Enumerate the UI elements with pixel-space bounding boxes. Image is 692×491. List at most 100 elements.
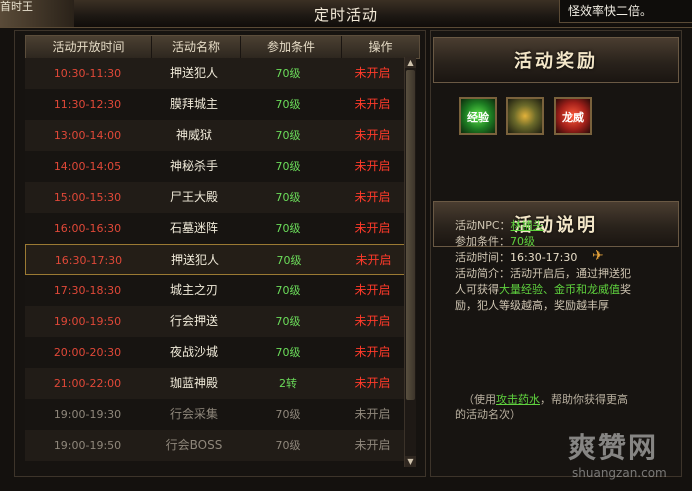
row-time: 10:30-11:30: [53, 67, 122, 80]
npc-locate-icon[interactable]: ✈: [592, 248, 604, 264]
row-level: 70级: [275, 160, 301, 173]
system-message-text: 怪效率快二倍。: [568, 4, 653, 18]
npc-link[interactable]: 林捕头: [511, 219, 544, 232]
row-name: 行会押送: [169, 314, 218, 328]
row-time: 19:00-19:30: [53, 408, 122, 421]
row-level: 70级: [276, 254, 302, 267]
row-level: 70级: [275, 439, 301, 452]
row-level: 70级: [275, 98, 301, 111]
row-status[interactable]: 未开启: [338, 399, 407, 430]
scrollbar-thumb[interactable]: [406, 70, 415, 400]
row-status[interactable]: 未开启: [338, 306, 407, 337]
rewards-title: 活动奖励: [514, 51, 598, 72]
row-level: 70级: [275, 284, 301, 297]
row-status[interactable]: 未开启: [338, 430, 407, 461]
time-label: 活动时间：: [455, 251, 510, 264]
table-row[interactable]: 19:00-19:50 行会BOSS 70级 未开启: [25, 430, 407, 461]
row-level: 70级: [275, 315, 301, 328]
row-level: 70级: [275, 129, 301, 142]
scroll-up-icon[interactable]: ▲: [405, 57, 416, 68]
row-status[interactable]: 未开启: [338, 120, 407, 151]
note-text-1a: （使用: [463, 393, 496, 406]
row-time: 16:30-17:30: [54, 254, 123, 267]
row-time: 17:30-18:30: [53, 284, 122, 297]
row-time: 16:00-16:30: [53, 222, 122, 235]
row-level: 2转: [279, 377, 297, 390]
row-status[interactable]: 未开启: [338, 213, 407, 244]
reward-label: 经验: [467, 111, 489, 124]
row-level: 70级: [275, 67, 301, 80]
row-name: 行会BOSS: [165, 438, 223, 452]
intro-text-2c: 奖: [620, 283, 631, 296]
activity-table-body: 10:30-11:30 押送犯人 70级 未开启 11:30-12:30 膜拜城…: [25, 58, 407, 472]
table-row[interactable]: 11:30-12:30 膜拜城主 70级 未开启: [25, 89, 407, 120]
intro-line-3: 励，犯人等级越高，奖励越丰厚: [455, 299, 609, 312]
header-op: 操作: [368, 40, 393, 54]
row-status[interactable]: 未开启: [338, 337, 407, 368]
system-message: 怪效率快二倍。: [559, 0, 692, 23]
table-row[interactable]: 15:00-15:30 尸王大殿 70级 未开启: [25, 182, 407, 213]
row-time: 21:00-22:00: [53, 377, 122, 390]
table-row[interactable]: 10:30-11:30 押送犯人 70级 未开启: [25, 58, 407, 89]
row-name: 押送犯人: [169, 66, 218, 80]
intro-line-1: 活动简介：活动开启后，通过押送犯: [455, 266, 660, 282]
activity-list-scrollbar[interactable]: ▲ ▼: [404, 57, 416, 467]
row-time: 20:00-20:30: [53, 346, 122, 359]
row-status[interactable]: 未开启: [338, 89, 407, 120]
header-level: 参加条件: [241, 36, 342, 58]
row-status[interactable]: 未开启: [339, 245, 407, 276]
row-level: 70级: [275, 408, 301, 421]
level-value: 70级: [510, 235, 535, 248]
reward-label: 龙威: [562, 111, 584, 124]
site-watermark: 爽赞网 shuangzan.com: [568, 426, 688, 488]
table-row[interactable]: 21:00-22:00 珈蓝神殿 2转 未开启: [25, 368, 407, 399]
attack-potion-link[interactable]: 攻击药水: [496, 393, 540, 406]
row-name: 城主之刃: [169, 283, 218, 297]
row-status[interactable]: 未开启: [338, 58, 407, 89]
row-name: 膜拜城主: [169, 97, 218, 111]
table-row[interactable]: 17:30-18:30 城主之刃 70级 未开启: [25, 275, 407, 306]
note-text-1c: ，帮助你获得更高: [540, 393, 628, 406]
row-status[interactable]: 未开启: [338, 182, 407, 213]
table-row[interactable]: 19:00-19:30 行会采集 70级 未开启: [25, 399, 407, 430]
table-header: 活动开放时间 活动名称 参加条件 操作: [25, 35, 420, 59]
intro-label: 活动简介：: [455, 267, 510, 280]
row-name: 珈蓝神殿: [169, 376, 218, 390]
table-row-selected[interactable]: 16:30-17:30 押送犯人 70级 未开启: [25, 244, 407, 275]
row-name: 神威狱: [175, 128, 212, 142]
row-time: 19:00-19:50: [53, 315, 122, 328]
table-row[interactable]: 16:00-16:30 石墓迷阵 70级 未开启: [25, 213, 407, 244]
intro-text-2a: 人可获得: [455, 283, 499, 296]
row-level: 70级: [275, 222, 301, 235]
time-value: 16:30-17:30: [510, 251, 578, 264]
gold-coins-icon[interactable]: [506, 97, 544, 135]
table-row[interactable]: 19:00-19:50 行会押送 70级 未开启: [25, 306, 407, 337]
time-line: 活动时间：16:30-17:30: [455, 250, 660, 266]
scroll-down-icon[interactable]: ▼: [405, 456, 416, 467]
row-status[interactable]: 未开启: [338, 275, 407, 306]
table-row[interactable]: 13:00-14:00 神威狱 70级 未开启: [25, 120, 407, 151]
note-line-2: 的活动名次）: [455, 408, 521, 421]
level-label: 参加条件：: [455, 235, 510, 248]
watermark-url: shuangzan.com: [572, 466, 667, 480]
row-time: 14:00-14:05: [53, 160, 122, 173]
row-name: 押送犯人: [170, 253, 219, 267]
row-status[interactable]: 未开启: [338, 368, 407, 399]
intro-line-2: 人可获得大量经验、金币和龙威值奖: [455, 282, 660, 298]
description-info: 活动NPC：林捕头 参加条件：70级 活动时间：16:30-17:30 活动简介…: [455, 218, 660, 314]
dragon-power-icon[interactable]: 龙威: [554, 97, 592, 135]
exp-orb-icon[interactable]: 经验: [459, 97, 497, 135]
level-line: 参加条件：70级: [455, 234, 660, 250]
table-row[interactable]: 20:00-20:30 夜战沙城 70级 未开启: [25, 337, 407, 368]
row-name: 尸王大殿: [169, 190, 218, 204]
rewards-banner: 活动奖励: [433, 37, 679, 83]
row-name: 神秘杀手: [169, 159, 218, 173]
table-row[interactable]: 14:00-14:05 神秘杀手 70级 未开启: [25, 151, 407, 182]
header-time: 活动开放时间: [26, 36, 152, 58]
row-time: 11:30-12:30: [53, 98, 122, 111]
row-status[interactable]: 未开启: [338, 151, 407, 182]
row-time: 19:00-19:50: [53, 439, 122, 452]
row-level: 70级: [275, 346, 301, 359]
intro-rewards-highlight: 大量经验、金币和龙威值: [499, 283, 620, 296]
row-time: 15:00-15:30: [53, 191, 122, 204]
